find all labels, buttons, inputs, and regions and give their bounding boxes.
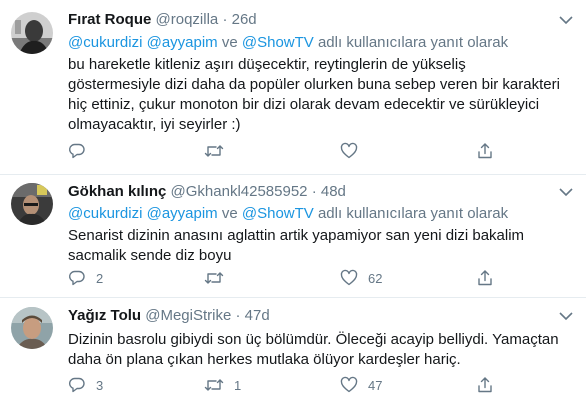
- tweet-text-line: daha ön plana çıkan herkes mutlaka ölüyo…: [68, 351, 461, 368]
- display-name[interactable]: Yağız Tolu: [68, 307, 141, 324]
- share-icon: [478, 143, 492, 159]
- tweet-text-line: hiç ettiniz, çukur monoton bir dizi olar…: [68, 96, 540, 113]
- user-handle[interactable]: @MegiStrike: [145, 307, 231, 324]
- chevron-down-icon[interactable]: [558, 310, 574, 322]
- retweet-button[interactable]: 1: [204, 375, 241, 395]
- tweet-header: Fırat Roque @roqzilla · 26d: [68, 10, 257, 30]
- retweet-button[interactable]: [204, 141, 234, 161]
- share-icon: [478, 270, 492, 286]
- tweet[interactable]: Yağız Tolu @MegiStrike · 47d Dizinin bas…: [0, 298, 586, 410]
- reply-icon: [69, 270, 85, 286]
- avatar[interactable]: [11, 307, 53, 349]
- reply-icon: [69, 143, 85, 159]
- tweet-header: Yağız Tolu @MegiStrike · 47d: [68, 306, 270, 326]
- mention-link[interactable]: @cukurdizi: [68, 205, 142, 222]
- like-button[interactable]: 47: [340, 375, 382, 395]
- like-icon: [340, 269, 358, 286]
- reply-context: @cukurdizi @ayyapim ve @ShowTV adlı kull…: [68, 204, 508, 224]
- tweet[interactable]: Fırat Roque @roqzilla · 26d @cukurdizi @…: [0, 0, 586, 175]
- reply-conjunction: ve: [221, 205, 238, 222]
- reply-count: 2: [96, 270, 104, 286]
- tweet-text: bu hareketle kitleniz aşırı düşecektir, …: [68, 55, 574, 135]
- tweet-text-line: göstermesiyle dizi daha da popüler olurk…: [68, 76, 560, 93]
- display-name[interactable]: Fırat Roque: [68, 11, 151, 28]
- user-handle[interactable]: @roqzilla: [156, 11, 219, 28]
- reply-label: adlı kullanıcılara yanıt olarak: [317, 205, 509, 222]
- tweet-text-line: Senarist dizinin anasını aglattin artik …: [68, 227, 525, 244]
- retweet-icon: [204, 379, 224, 391]
- user-handle[interactable]: @Gkhankl42585952: [171, 183, 308, 200]
- tweet-actions: 2 62: [68, 268, 508, 288]
- reply-count: 3: [96, 377, 104, 393]
- tweet-actions: 3 1 47: [68, 375, 508, 395]
- timestamp[interactable]: 48d: [321, 183, 346, 200]
- reply-label: adlı kullanıcılara yanıt olarak: [317, 34, 509, 51]
- tweet[interactable]: Gökhan kılınç @Gkhankl42585952 · 48d @cu…: [0, 175, 586, 298]
- mention-link[interactable]: @ayyapim: [147, 34, 218, 51]
- mention-link[interactable]: @ShowTV: [242, 34, 314, 51]
- reply-context: @cukurdizi @ayyapim ve @ShowTV adlı kull…: [68, 33, 508, 53]
- retweet-icon: [204, 272, 224, 284]
- retweet-icon: [204, 145, 224, 157]
- tweet-text-line: bu hareketle kitleniz aşırı düşecektir, …: [68, 56, 466, 73]
- reply-button[interactable]: 3: [68, 375, 103, 395]
- like-count: 47: [368, 377, 383, 393]
- retweet-count: 1: [234, 377, 242, 393]
- timestamp[interactable]: 47d: [245, 307, 270, 324]
- tweet-text: Dizinin basrolu gibiydi son üç bölümdür.…: [68, 330, 574, 370]
- separator-dot: ·: [222, 11, 228, 28]
- timestamp[interactable]: 26d: [232, 11, 257, 28]
- mention-link[interactable]: @ShowTV: [242, 205, 314, 222]
- avatar[interactable]: [11, 183, 53, 225]
- separator-dot: ·: [311, 183, 317, 200]
- share-icon: [478, 377, 492, 393]
- like-count: 62: [368, 270, 383, 286]
- tweet-text-line: Dizinin basrolu gibiydi son üç bölümdür.…: [68, 331, 559, 348]
- tweet-header: Gökhan kılınç @Gkhankl42585952 · 48d: [68, 182, 346, 202]
- reply-icon: [69, 377, 85, 393]
- reply-conjunction: ve: [221, 34, 238, 51]
- like-button[interactable]: 62: [340, 268, 382, 288]
- share-button[interactable]: [476, 375, 494, 395]
- mention-link[interactable]: @ayyapim: [147, 205, 218, 222]
- retweet-button[interactable]: [204, 268, 234, 288]
- tweet-text: Senarist dizinin anasını aglattin artik …: [68, 226, 574, 266]
- mention-link[interactable]: @cukurdizi: [68, 34, 142, 51]
- reply-button[interactable]: [68, 141, 96, 161]
- display-name[interactable]: Gökhan kılınç: [68, 183, 166, 200]
- share-button[interactable]: [476, 141, 494, 161]
- share-button[interactable]: [476, 268, 494, 288]
- chevron-down-icon[interactable]: [558, 14, 574, 26]
- like-icon: [340, 376, 358, 393]
- separator-dot: ·: [235, 307, 241, 324]
- reply-button[interactable]: 2: [68, 268, 103, 288]
- like-icon: [340, 142, 358, 159]
- like-button[interactable]: [340, 141, 368, 161]
- tweet-text-line: olmayacaktır, iyi seyirler :): [68, 116, 241, 133]
- chevron-down-icon[interactable]: [558, 186, 574, 198]
- tweet-text-line: sacmalik sende diz boyu: [68, 247, 232, 264]
- tweet-actions: [68, 141, 508, 161]
- avatar[interactable]: [11, 12, 53, 54]
